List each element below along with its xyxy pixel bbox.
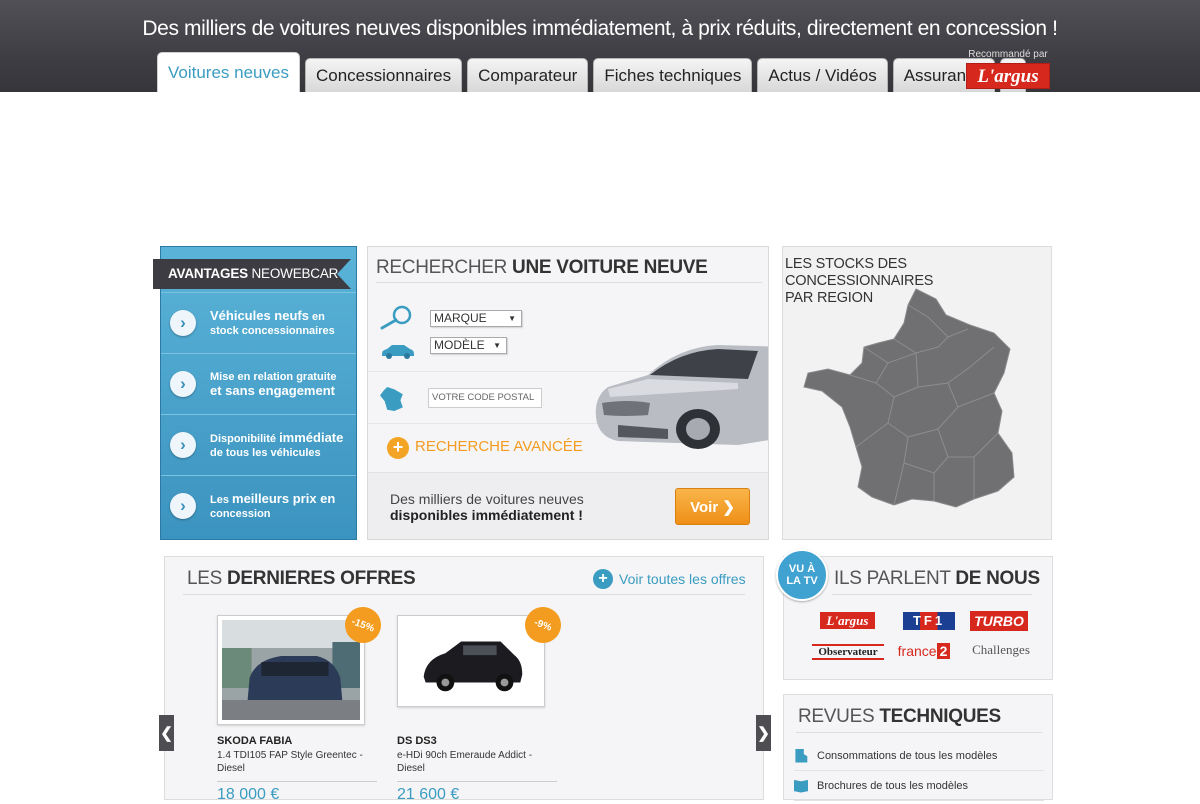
search-panel: RECHERCHER UNE VOITURE NEUVE MARQUE MODÈ… xyxy=(367,246,769,540)
avantage-item-mise-en-relation[interactable]: › Mise en relation gratuite et sans engag… xyxy=(161,353,356,414)
postal-code-input[interactable]: VOTRE CODE POSTAL xyxy=(428,388,542,408)
revue-label: Consommations de tous les modèles xyxy=(817,749,998,762)
france-region-map[interactable] xyxy=(798,287,1038,512)
chevron-right-icon: › xyxy=(170,432,196,458)
modele-select[interactable]: MODÈLE xyxy=(430,337,507,354)
ils-parlent-panel: VU À LA TV ILS PARLENT DE NOUS L'argus TF… xyxy=(776,549,1053,680)
divider xyxy=(376,282,762,283)
main-nav-tabs: Voitures neuves Concessionnaires Compara… xyxy=(157,52,1031,92)
avantage-item-disponibilite[interactable]: › Disponibilité immédiate de tous les véh… xyxy=(161,414,356,475)
ds3-photo xyxy=(402,620,540,702)
tf1-media-logo[interactable]: TF1 xyxy=(903,612,955,630)
revue-item-consommations[interactable]: Consommations de tous les modèles xyxy=(794,741,1044,771)
largus-media-logo[interactable]: L'argus xyxy=(820,612,875,629)
voir-toutes-label: Voir toutes les offres xyxy=(619,571,746,587)
avantage-item-vehicules[interactable]: › Véhicules neufs en stock concessionnair… xyxy=(161,292,356,353)
avantage-item-meilleurs-prix[interactable]: › Les meilleurs prix en concession xyxy=(161,475,356,536)
avantage-text: Disponibilité immédiate de tous les véhic… xyxy=(210,429,344,459)
plus-circle-icon[interactable]: + xyxy=(387,437,409,459)
offer-card[interactable]: -9% DS DS3 e-HDi 90ch Emeraude Addict - … xyxy=(397,601,567,804)
divider xyxy=(832,594,1032,595)
offer-desc: 1.4 TDI105 FAP Style Greentec - Diesel xyxy=(217,750,363,774)
voir-button[interactable]: Voir ❯ xyxy=(675,488,750,525)
avantage-text: Véhicules neufs en stock concessionnaires xyxy=(210,307,335,337)
search-title: RECHERCHER UNE VOITURE NEUVE xyxy=(376,257,708,278)
tab-voitures-neuves[interactable]: Voitures neuves xyxy=(157,52,300,92)
offer-price: 18 000 € xyxy=(217,786,280,803)
offres-title: LES DERNIERES OFFRES xyxy=(187,568,416,589)
largus-logo[interactable]: L'argus xyxy=(966,63,1050,89)
site-header: Des milliers de voitures neuves disponib… xyxy=(0,0,1200,92)
revue-item-brochures[interactable]: Brochures de tous les modèles xyxy=(794,771,1044,801)
observateur-media-logo[interactable]: Observateur xyxy=(812,644,884,660)
offer-card[interactable]: -15% SKODA FABIA 1.4 TDI105 FAP Style Gr… xyxy=(217,601,387,804)
turbo-media-logo[interactable]: TURBO xyxy=(970,611,1028,631)
tab-fiches-techniques[interactable]: Fiches techniques xyxy=(593,58,753,92)
divider xyxy=(217,781,377,782)
chevron-right-icon: › xyxy=(170,310,196,336)
avantages-title: AVANTAGES NEOWEBCAR xyxy=(153,259,351,289)
book-icon xyxy=(794,779,808,793)
france-icon xyxy=(380,387,403,411)
offer-desc: e-HDi 90ch Emeraude Addict - Diesel xyxy=(397,750,533,774)
plus-circle-icon: + xyxy=(593,569,613,589)
tab-comparateur[interactable]: Comparateur xyxy=(467,58,589,92)
offer-name: DS DS3 xyxy=(397,735,437,747)
car-photo xyxy=(595,345,768,449)
vu-a-la-tv-badge: VU À LA TV xyxy=(776,549,828,601)
parlent-title: ILS PARLENT DE NOUS xyxy=(834,568,1040,589)
offer-image[interactable] xyxy=(397,615,545,707)
fuel-icon xyxy=(795,748,808,763)
recommande-par: Recommandé par L'argus xyxy=(960,49,1056,89)
marque-select[interactable]: MARQUE xyxy=(430,310,522,327)
challenges-media-logo[interactable]: Challenges xyxy=(968,641,1034,659)
magnifier-icon xyxy=(380,305,412,330)
car-icon xyxy=(382,345,414,359)
tab-concessionnaires[interactable]: Concessionnaires xyxy=(304,58,463,92)
divider xyxy=(183,594,745,595)
offer-image[interactable] xyxy=(217,615,365,725)
search-footer: Des milliers de voitures neuves disponibl… xyxy=(368,472,768,539)
offer-price: 21 600 € xyxy=(397,786,460,803)
recommande-label: Recommandé par xyxy=(968,49,1048,60)
dernieres-offres-panel: LES DERNIERES OFFRES + Voir toutes les o… xyxy=(159,556,771,803)
chevron-right-icon: › xyxy=(170,371,196,397)
france2-media-logo[interactable]: france 2 xyxy=(894,641,954,661)
voir-toutes-offres-link[interactable]: + Voir toutes les offres xyxy=(593,569,746,589)
next-arrow-button[interactable]: ❯ xyxy=(756,715,771,751)
header-tagline: Des milliers de voitures neuves disponib… xyxy=(142,17,1058,40)
offer-name: SKODA FABIA xyxy=(217,735,293,747)
revue-label: Brochures de tous les modèles xyxy=(817,779,969,792)
avantages-panel: AVANTAGES NEOWEBCAR › Véhicules neufs en… xyxy=(153,246,357,540)
stocks-map-panel: LES STOCKS DES CONCESSIONNAIRES PAR REGIO… xyxy=(782,246,1052,540)
advanced-search-link[interactable]: RECHERCHE AVANCÉE xyxy=(415,438,583,455)
avantage-text: Mise en relation gratuite et sans engagem… xyxy=(210,370,337,398)
divider xyxy=(397,781,557,782)
prev-arrow-button[interactable]: ❮ xyxy=(159,715,174,751)
avantage-text: Les meilleurs prix en concession xyxy=(210,490,336,520)
skoda-photo xyxy=(222,620,360,720)
revues-techniques-panel: REVUES TECHNIQUES Consommations de tous … xyxy=(783,694,1053,801)
chevron-right-icon: › xyxy=(170,493,196,519)
tab-actus-videos[interactable]: Actus / Vidéos xyxy=(757,58,888,92)
divider xyxy=(796,732,1042,733)
revues-title: REVUES TECHNIQUES xyxy=(798,706,1001,727)
search-footer-text: Des milliers de voitures neuves disponibl… xyxy=(390,491,584,523)
